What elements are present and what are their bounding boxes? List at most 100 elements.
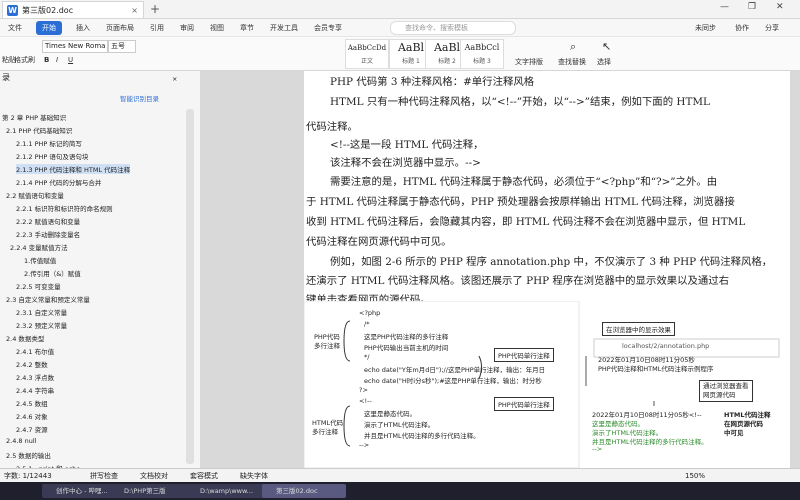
- word-count[interactable]: 字数: 1/12443: [4, 469, 52, 483]
- toc-item[interactable]: 2.4.8 null: [6, 437, 36, 445]
- toc-item[interactable]: 2.2.3 手动删除变量名: [16, 229, 80, 239]
- minimize-button[interactable]: —: [720, 2, 729, 12]
- wps-writer-icon: W: [7, 4, 18, 16]
- italic-button[interactable]: I: [56, 56, 58, 64]
- toc-item[interactable]: 第 2 章 PHP 基础知识: [2, 112, 66, 122]
- menu-start[interactable]: 开始: [36, 20, 62, 35]
- menu-section[interactable]: 章节: [232, 23, 262, 33]
- document-tab[interactable]: W 第三版02.doc ×: [2, 1, 144, 18]
- font-size-select[interactable]: 五号: [108, 40, 136, 53]
- menu-page-layout[interactable]: 页面布局: [98, 23, 142, 33]
- style-heading-3-label: 标题 3: [473, 58, 491, 65]
- toc-item[interactable]: 2.4.2 整数: [16, 359, 48, 369]
- code-line: <?php: [359, 309, 381, 317]
- new-tab-button[interactable]: +: [150, 2, 160, 16]
- toc-item[interactable]: 2.3.1 自定义常量: [16, 307, 67, 317]
- toc-item[interactable]: 2.2.2 赋值语句和变量: [16, 216, 80, 226]
- taskbar-folder-php[interactable]: D:\PHP第三版: [110, 484, 194, 498]
- menu-references[interactable]: 引用: [142, 23, 172, 33]
- close-window-button[interactable]: ✕: [776, 2, 784, 12]
- document-area: PHP 代码第 3 种注释风格：#单行注释风格 HTML 只有一种代码注释风格，以…: [200, 71, 800, 468]
- toc-item[interactable]: 2.2.5 可变变量: [16, 281, 61, 291]
- source-line-4: 并且是HTML代码注释的多行代码注释。: [592, 438, 708, 446]
- document-tab-title: 第三版02.doc: [22, 5, 74, 15]
- title-bar: W 第三版02.doc × + — ❐ ✕: [0, 0, 800, 19]
- view-source-label: 通过浏览器查看 网页源代码: [699, 380, 753, 402]
- toc-item[interactable]: 2.1.4 PHP 代码的分解与合并: [16, 177, 101, 187]
- toc-item[interactable]: 2.2 赋值语句和变量: [6, 190, 64, 200]
- nav-scrollbar[interactable]: [186, 109, 194, 464]
- toc-item[interactable]: 2.3.2 预定义常量: [16, 320, 67, 330]
- document-line: PHP 代码第 3 种注释风格：#单行注释风格: [330, 76, 535, 88]
- toc-item[interactable]: 2.1.1 PHP 标记的简写: [16, 138, 82, 148]
- menu-file[interactable]: 文件: [0, 23, 30, 33]
- missing-font-button[interactable]: 缺失字体: [240, 469, 268, 483]
- text-layout-button[interactable]: 文字排版: [515, 57, 543, 67]
- toc-item[interactable]: 2.传引用（&）赋值: [24, 268, 81, 278]
- spell-check-button[interactable]: 拼写检查: [90, 469, 118, 483]
- code-line: echo date("Y年m月d日");//这是PHP单行注释，输出：年月日: [364, 366, 546, 374]
- toc-item[interactable]: 2.4.3 浮点数: [16, 372, 54, 382]
- doc-proof-button[interactable]: 文档校对: [140, 469, 168, 483]
- toc-item[interactable]: 2.3 自定义常量和预定义常量: [6, 294, 90, 304]
- document-line: 例如，如图 2-6 所示的 PHP 程序 annotation.php 中，不仅…: [330, 256, 773, 268]
- style-heading-3-preview: AaBbCcl: [464, 43, 500, 52]
- document-line: <!--这是一段 HTML 代码注释，: [330, 139, 484, 151]
- menu-developer[interactable]: 开发工具: [262, 23, 306, 33]
- toc-item[interactable]: 2.2.1 标识符和标识符的命名规则: [16, 203, 113, 213]
- html-multi-label: HTML代码 多行注释: [312, 419, 344, 436]
- toc-item[interactable]: 2.4 数据类型: [6, 333, 44, 343]
- zoom-level[interactable]: 150%: [685, 469, 705, 483]
- style-heading-3[interactable]: AaBbCcl 标题 3: [460, 39, 504, 69]
- format-painter-button[interactable]: 格式刷: [14, 55, 35, 65]
- smart-toc-button[interactable]: 智能识别目录: [120, 93, 159, 103]
- bold-button[interactable]: B: [44, 56, 49, 64]
- command-search-input[interactable]: 查找命令、搜索模板: [390, 21, 516, 35]
- menu-insert[interactable]: 插入: [68, 23, 98, 33]
- document-page[interactable]: PHP 代码第 3 种注释风格：#单行注释风格 HTML 只有一种代码注释风格，以…: [304, 71, 790, 468]
- find-replace-button[interactable]: 查找替换: [558, 57, 586, 67]
- share-button[interactable]: 分享: [765, 23, 779, 33]
- toc-item[interactable]: 2.1.2 PHP 语句及语句块: [16, 151, 88, 161]
- taskbar-browser[interactable]: 创作中心 - 哔哩...: [42, 484, 116, 498]
- taskbar-folder-wamp[interactable]: D:\wamp\www...: [186, 484, 270, 498]
- nav-title: 录: [2, 73, 10, 82]
- php-single-label-1: PHP代码单行注释: [494, 348, 554, 362]
- toc-item[interactable]: 2.1 PHP 代码基础知识: [6, 125, 72, 135]
- toc-item[interactable]: 2.4.5 数组: [16, 398, 48, 408]
- toc-item[interactable]: 2.4.6 对象: [16, 411, 48, 421]
- style-normal-label: 正文: [360, 58, 373, 65]
- collaborate-button[interactable]: 协作: [735, 23, 749, 33]
- sync-status[interactable]: 未同步: [695, 23, 716, 33]
- status-bar: 字数: 1/12443 拼写检查 文档校对 套容模式 缺失字体 150%: [0, 468, 800, 483]
- menu-review[interactable]: 审阅: [172, 23, 202, 33]
- menu-view[interactable]: 视图: [202, 23, 232, 33]
- toc-item[interactable]: 2.4.7 资源: [16, 424, 48, 434]
- code-line: -->: [359, 441, 370, 449]
- document-line: 该注释不会在浏览器中显示。-->: [330, 157, 481, 169]
- html-visible-label: HTML代码注释 在网页源代码 中可见: [724, 411, 771, 437]
- search-icon: ⌕: [570, 40, 577, 53]
- toc-item[interactable]: 2.4.4 字符串: [16, 385, 54, 395]
- toc-item[interactable]: 1.传值赋值: [24, 255, 56, 265]
- underline-button[interactable]: U: [68, 56, 73, 64]
- toc-item[interactable]: 2.4.1 布尔值: [16, 346, 54, 356]
- document-line: 代码注释。: [306, 121, 358, 133]
- toc-item[interactable]: 2.5 数据的输出: [6, 450, 51, 460]
- document-line: 还演示了 HTML 代码注释风格。该图还展示了 PHP 程序在浏览器中的显示效果…: [306, 275, 730, 287]
- select-button[interactable]: 选择: [597, 57, 611, 67]
- source-line-5: -->: [592, 445, 603, 453]
- document-line: HTML 只有一种代码注释风格，以“<!--”开始，以“-->”结束，例如下面的…: [330, 96, 710, 108]
- taskbar-wps-document[interactable]: 第三版02.doc: [262, 484, 346, 498]
- code-line: 这里是静态代码。: [364, 410, 416, 418]
- restore-button[interactable]: ❐: [748, 2, 756, 12]
- browser-output-2: PHP代码注释和HTML代码注释示例程序: [598, 365, 714, 373]
- document-line: 需要注意的是，HTML 代码注释属于静态代码，必须位于“<?php”和“?>”之…: [330, 176, 718, 188]
- toc-item[interactable]: 2.1.3 PHP 代码注释和 HTML 代码注释: [16, 164, 131, 174]
- close-tab-icon[interactable]: ×: [131, 6, 138, 15]
- menu-member[interactable]: 会员专享: [306, 23, 350, 33]
- close-nav-icon[interactable]: ×: [172, 75, 177, 83]
- style-normal[interactable]: AaBbCcDd 正文: [345, 39, 389, 69]
- font-name-select[interactable]: Times New Roma: [42, 40, 108, 53]
- toc-item[interactable]: 2.2.4 变量赋值方法: [10, 242, 68, 252]
